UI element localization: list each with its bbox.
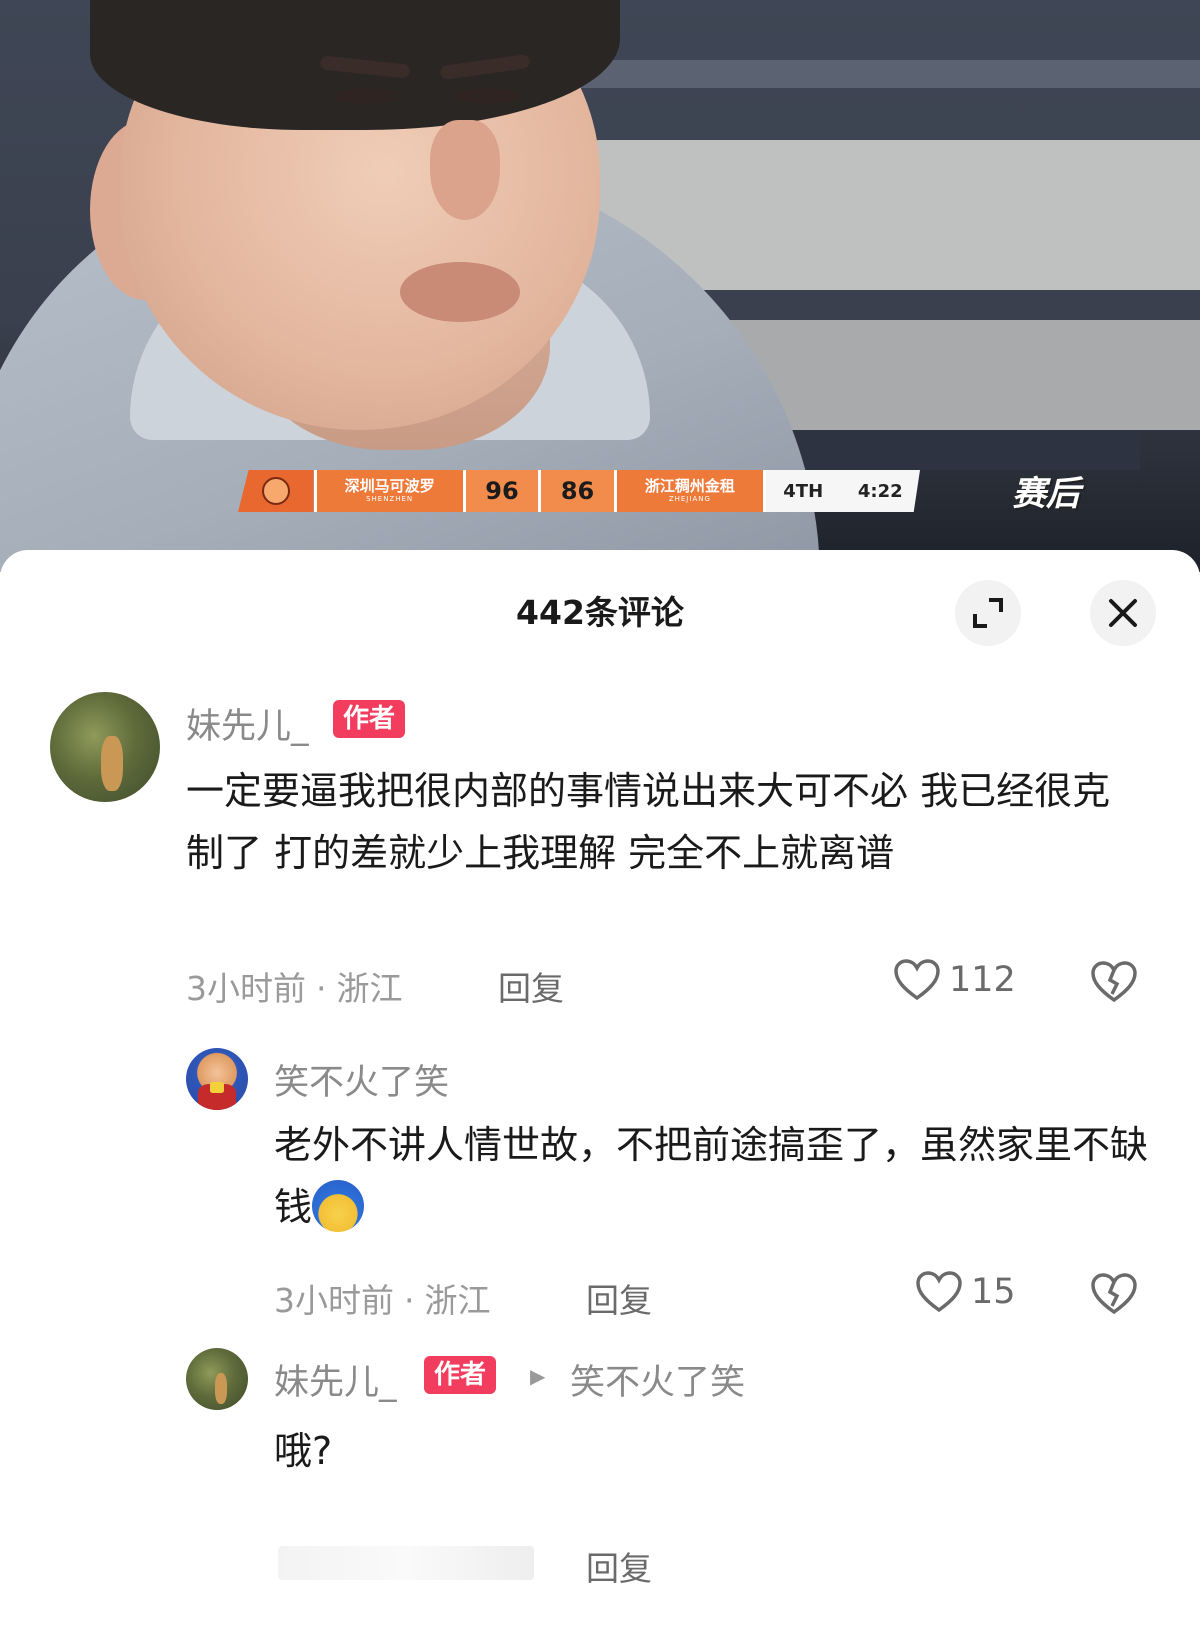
- face-emoji-icon: [312, 1179, 365, 1232]
- comment-item: 妹先儿_ 作者 一定要逼我把很内部的事情说出来大可不必 我已经很克制了 打的差就…: [0, 550, 1200, 1020]
- player-mouth: [400, 262, 520, 322]
- stadium-seat: [560, 60, 1200, 88]
- reply-item: 笑不火了笑 老外不讲人情世故，不把前途搞歪了，虽然家里不缺钱 3小时前 · 浙江 回…: [0, 1020, 1200, 1320]
- heart-icon: [894, 959, 940, 1001]
- game-clock: 4TH 4:22: [762, 470, 920, 512]
- player-eye: [335, 88, 397, 104]
- comment-username[interactable]: 妹先儿_: [186, 698, 309, 749]
- home-team: 深圳马可波罗 SHENZHEN: [313, 470, 463, 512]
- like-count: 112: [949, 960, 1016, 1000]
- like-count: 15: [971, 1272, 1016, 1312]
- home-team-name: 深圳马可波罗: [344, 477, 435, 495]
- reply-arrow-icon: ▶: [530, 1364, 546, 1388]
- channel-logo: 赛后: [1012, 474, 1080, 514]
- author-badge: 作者: [424, 1356, 497, 1394]
- scoreboard: 深圳马可波罗 SHENZHEN 96 86 浙江稠州金租 ZHEJIANG 4T…: [238, 470, 920, 512]
- dislike-button[interactable]: [1090, 960, 1138, 1008]
- comment-time: 3小时前: [186, 969, 306, 1008]
- author-badge: 作者: [333, 700, 406, 738]
- reply-button[interactable]: 回复: [498, 962, 564, 1010]
- comment-text: 老外不讲人情世故，不把前途搞歪了，虽然家里不缺钱: [274, 1114, 1154, 1238]
- heart-icon: [916, 1271, 962, 1313]
- redacted-meta: [278, 1546, 534, 1580]
- league-logo: [238, 470, 314, 512]
- reply-item: 妹先儿_ 作者 ▶ 笑不火了笑 哦? 回复: [0, 1310, 1200, 1634]
- away-score: 86: [538, 470, 614, 512]
- reply-button[interactable]: 回复: [586, 1542, 652, 1590]
- player-eye: [455, 88, 517, 104]
- reply-target-username[interactable]: 笑不火了笑: [570, 1354, 745, 1405]
- like-button[interactable]: 112: [893, 958, 1016, 1002]
- avatar-tree-image: [214, 1372, 227, 1404]
- comment-location: 浙江: [336, 969, 403, 1008]
- video-frame[interactable]: 深圳马可波罗 SHENZHEN 96 86 浙江稠州金租 ZHEJIANG 4T…: [0, 0, 1200, 572]
- comment-username[interactable]: 笑不火了笑: [274, 1054, 449, 1105]
- avatar[interactable]: [186, 1048, 248, 1110]
- like-button[interactable]: 15: [915, 1270, 1016, 1314]
- avatar-tree-image: [100, 736, 123, 791]
- comment-text: 哦?: [274, 1429, 333, 1473]
- clock-label: 4:22: [857, 480, 903, 502]
- avatar-emblem: [209, 1082, 225, 1094]
- home-team-sub: SHENZHEN: [366, 495, 414, 503]
- away-team-sub: ZHEJIANG: [668, 495, 711, 503]
- player-nose: [430, 120, 500, 220]
- away-team: 浙江稠州金租 ZHEJIANG: [613, 470, 763, 512]
- basketball-icon: [261, 477, 290, 505]
- comment-username[interactable]: 妹先儿_: [274, 1354, 397, 1405]
- comment-meta: 3小时前 · 浙江: [186, 962, 403, 1010]
- avatar[interactable]: [186, 1348, 248, 1410]
- home-score: 96: [462, 470, 539, 512]
- broken-heart-icon: [1091, 961, 1137, 1003]
- away-team-name: 浙江稠州金租: [644, 477, 735, 495]
- comments-sheet: 442条评论 妹先儿_ 作者 一定要逼我把很内部的事情说出来大可不必 我已经很克…: [0, 550, 1200, 1634]
- meta-dot: ·: [316, 969, 327, 1008]
- avatar[interactable]: [50, 692, 160, 802]
- period-label: 4TH: [783, 480, 824, 502]
- comment-text: 一定要逼我把很内部的事情说出来大可不必 我已经很克制了 打的差就少上我理解 完全…: [186, 769, 1111, 875]
- comment-text-content: 老外不讲人情世故，不把前途搞歪了，虽然家里不缺钱: [274, 1123, 1149, 1229]
